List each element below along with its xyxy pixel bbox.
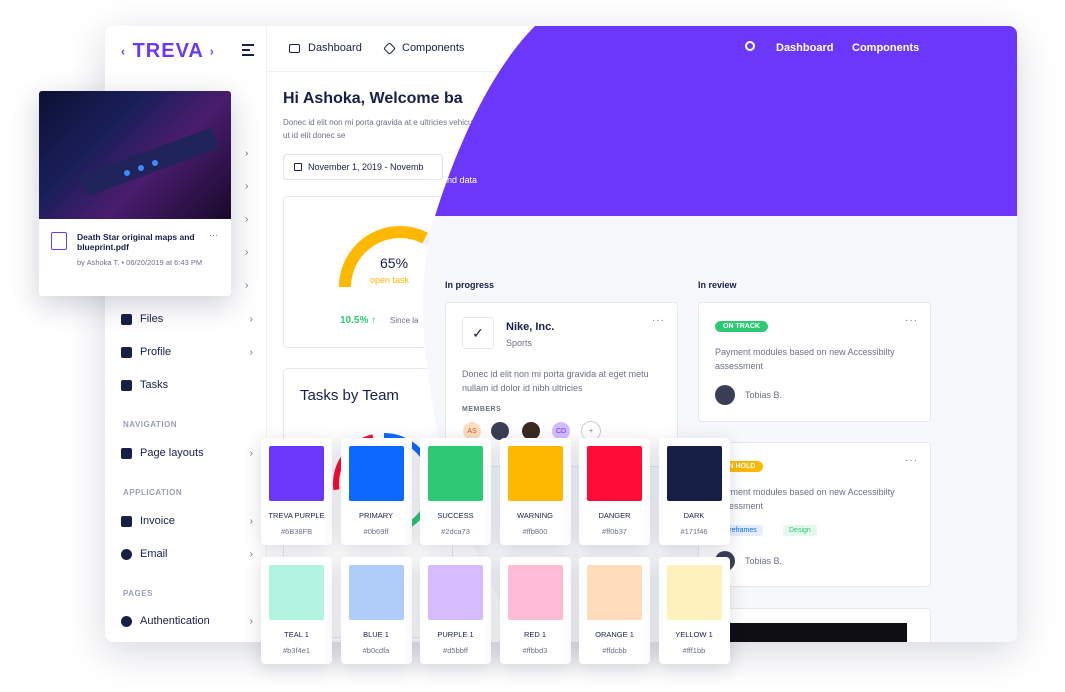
swatch-hex: #b3f4e1: [282, 646, 311, 655]
card-description: Donec id elit non mi porta gravida at eg…: [462, 369, 649, 393]
swatch-color-chip: [587, 565, 642, 620]
swatch-name: PRIMARY: [358, 511, 394, 520]
color-swatch[interactable]: WARNING #ffb800: [499, 438, 571, 545]
swatch-name: TEAL 1: [284, 630, 309, 639]
color-swatch[interactable]: SUCCESS #2dca73: [420, 438, 491, 545]
swatch-color-chip: [666, 446, 722, 501]
assignee-name: Tobias B.: [745, 556, 783, 566]
swatch-name: DANGER: [598, 511, 631, 520]
swatch-name: SUCCESS: [437, 511, 474, 520]
swatch-hex: #0b69ff: [363, 527, 389, 536]
color-swatch[interactable]: RED 1 #ffbbd3: [499, 557, 571, 664]
more-options-icon[interactable]: ···: [652, 315, 665, 326]
task-card-review-3[interactable]: [698, 608, 931, 642]
swatch-hex: #b0cdfa: [362, 646, 390, 655]
nike-logo-icon: ✓: [462, 317, 494, 349]
swatch-color-chip: [348, 565, 404, 620]
more-options-icon[interactable]: ···: [209, 230, 218, 240]
swatch-color-chip: [428, 446, 483, 501]
swatch-color-chip: [428, 565, 483, 620]
status-badge: ON TRACK: [715, 321, 768, 332]
more-options-icon[interactable]: ···: [905, 315, 918, 326]
overlay-nav-components[interactable]: Components: [852, 42, 919, 54]
task-card-review-1[interactable]: ON TRACK ··· Payment modules based on ne…: [698, 302, 931, 422]
swatch-name: DARK: [683, 511, 705, 520]
card-subtitle: Sports: [506, 338, 533, 348]
file-meta: by Ashoka T. • 06/20/2019 at 6:43 PM: [77, 258, 203, 267]
swatch-name: YELLOW 1: [675, 630, 713, 639]
color-swatch[interactable]: TREVA PURPLE #6B38FB: [261, 438, 332, 545]
swatch-color-chip: [507, 446, 563, 501]
overlay-nav-dashboard[interactable]: Dashboard: [776, 42, 833, 54]
swatch-color-chip: [587, 446, 642, 501]
file-name[interactable]: Death Star original maps and blueprint.p…: [77, 232, 207, 252]
swatch-color-chip: [269, 565, 324, 620]
file-thumbnail: [39, 91, 231, 219]
swatch-color-chip: [666, 565, 722, 620]
column-title-in-review: In review: [698, 280, 737, 290]
color-swatch[interactable]: BLUE 1 #b0cdfa: [340, 557, 412, 664]
swatch-hex: #ff0b37: [602, 527, 627, 536]
swatch-hex: #ffdcbb: [602, 646, 627, 655]
color-swatch[interactable]: TEAL 1 #b3f4e1: [261, 557, 332, 664]
swatch-color-chip: [507, 565, 563, 620]
task-card-review-2[interactable]: ON HOLD ··· Payment modules based on new…: [698, 442, 931, 587]
members-label: MEMBERS: [462, 406, 502, 413]
swatch-hex: #6B38FB: [280, 527, 313, 536]
color-swatch[interactable]: ORANGE 1 #ffdcbb: [579, 557, 650, 664]
swatch-hex: #171f46: [680, 527, 708, 536]
column-title-in-progress: In progress: [445, 280, 495, 290]
swatch-name: PURPLE 1: [437, 630, 474, 639]
color-swatch[interactable]: PRIMARY #0b69ff: [340, 438, 412, 545]
avatar: [715, 385, 735, 405]
swatch-name: ORANGE 1: [595, 630, 634, 639]
swatch-name: BLUE 1: [363, 630, 389, 639]
more-options-icon[interactable]: ···: [905, 455, 918, 466]
assignee: Tobias B.: [715, 385, 782, 405]
swatch-hex: #2dca73: [441, 527, 470, 536]
color-swatch[interactable]: DARK #171f46: [658, 438, 730, 545]
search-icon[interactable]: [745, 41, 755, 51]
overlay-subtitle: tion and data: [425, 175, 478, 185]
swatch-color-chip: [269, 446, 324, 501]
swatch-hex: #d5bbff: [443, 646, 468, 655]
swatch-color-chip: [348, 446, 404, 501]
file-card[interactable]: Death Star original maps and blueprint.p…: [39, 91, 231, 296]
swatch-name: TREVA PURPLE: [268, 511, 325, 520]
thumbnail-art: [80, 128, 218, 196]
app-window: ‹ TREVA › › › › › › Files › Profile › Ta…: [105, 26, 1017, 642]
color-swatch[interactable]: DANGER #ff0b37: [579, 438, 650, 545]
swatch-hex: #ffb800: [522, 527, 548, 536]
file-icon: [51, 232, 67, 250]
showcase: ‹ TREVA › › › › › › Files › Profile › Ta…: [0, 0, 1065, 692]
swatch-name: RED 1: [523, 630, 547, 639]
card-description: Payment modules based on new Accessibilt…: [715, 487, 895, 511]
color-swatch[interactable]: YELLOW 1 #fff1bb: [658, 557, 730, 664]
swatch-hex: #fff1bb: [682, 646, 706, 655]
color-swatch[interactable]: PURPLE 1 #d5bbff: [420, 557, 491, 664]
tag[interactable]: Design: [783, 525, 817, 536]
card-description: Payment modules based on new Accessibilt…: [715, 347, 895, 371]
assignee-name: Tobias B.: [745, 390, 783, 400]
card-title: Nike, Inc.: [506, 321, 555, 333]
swatch-name: WARNING: [517, 511, 553, 520]
swatch-hex: #ffbbd3: [522, 646, 548, 655]
card-image: [707, 623, 907, 642]
